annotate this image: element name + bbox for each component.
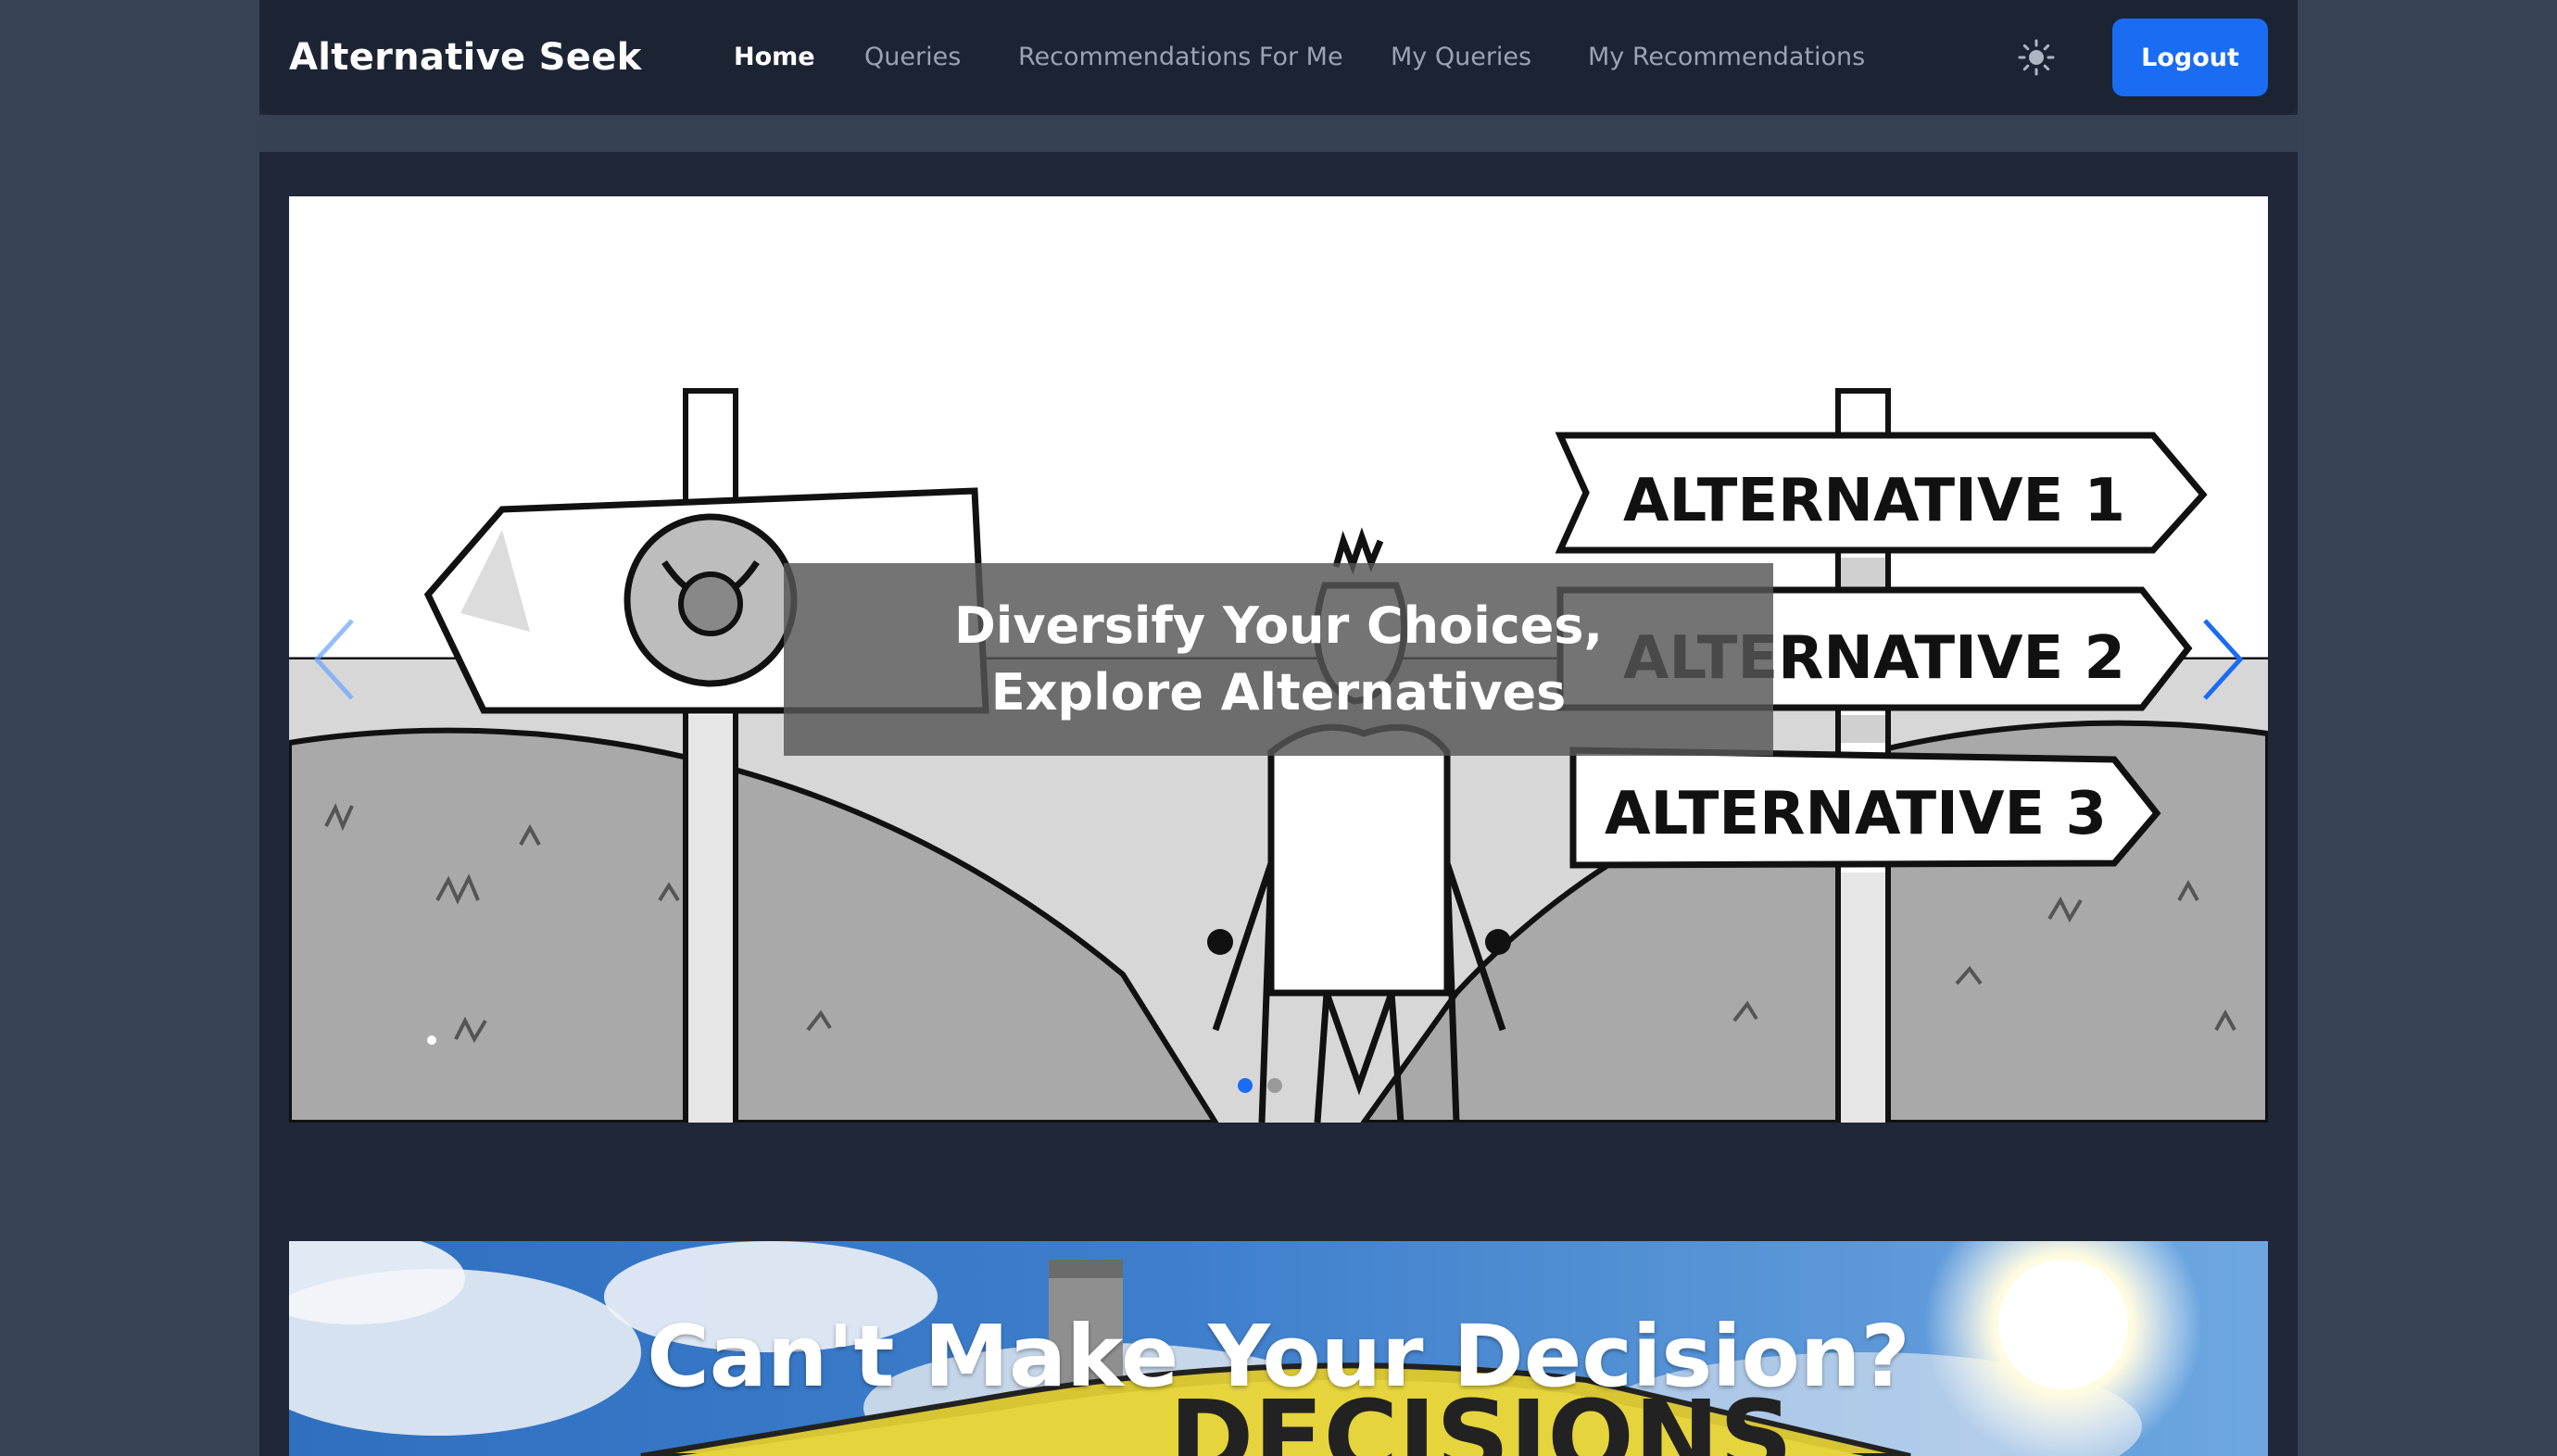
brand-logo[interactable]: Alternative Seek	[289, 0, 642, 115]
banner-title: Can't Make Your Decision?	[647, 1307, 1910, 1406]
nav-link-my-queries[interactable]: My Queries	[1391, 0, 1531, 115]
theme-toggle-button[interactable]	[2016, 37, 2057, 78]
decision-banner: DECISIONS Can't Make Your Decision?	[289, 1241, 2268, 1456]
sign-1-text: ALTERNATIVE 1	[1623, 467, 2125, 535]
navbar-divider	[259, 115, 2298, 152]
carousel-indicators	[1238, 1078, 1282, 1093]
carousel-caption-text: Diversify Your Choices, Explore Alternat…	[953, 596, 1604, 722]
carousel-dot-1[interactable]	[1238, 1078, 1253, 1093]
nav-link-recommendations-for-me[interactable]: Recommendations For Me	[1018, 0, 1343, 115]
logout-button[interactable]: Logout	[2112, 19, 2268, 96]
carousel-caption: Diversify Your Choices, Explore Alternat…	[784, 563, 1773, 756]
nav-link-home[interactable]: Home	[734, 0, 815, 115]
carousel-dot-2[interactable]	[1267, 1078, 1282, 1093]
chevron-left-icon	[313, 619, 354, 700]
chevron-right-icon	[2203, 619, 2244, 700]
sign-3-text: ALTERNATIVE 3	[1605, 780, 2107, 848]
navbar: Alternative Seek Home Queries Recommenda…	[259, 0, 2298, 115]
carousel-prev-button[interactable]	[308, 613, 363, 706]
carousel-next-button[interactable]	[2194, 613, 2249, 706]
page-container: Alternative Seek Home Queries Recommenda…	[259, 0, 2298, 1456]
hero-carousel: ALTERNATIVE 1 ALTERNATIVE 2 ALTERNATIVE …	[289, 196, 2268, 1123]
nav-link-queries[interactable]: Queries	[864, 0, 961, 115]
nav-link-my-recommendations[interactable]: My Recommendations	[1588, 0, 1865, 115]
sun-icon	[2018, 39, 2055, 76]
